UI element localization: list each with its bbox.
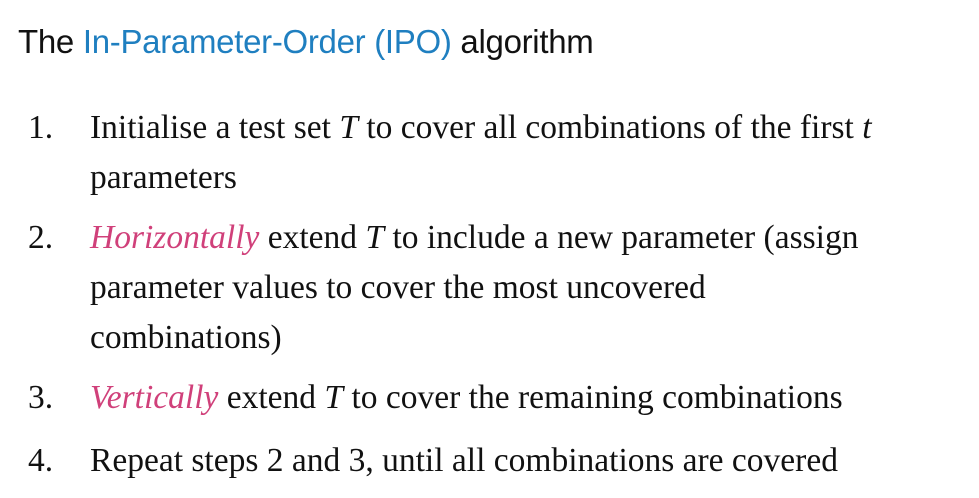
step-number: 3. (28, 379, 54, 416)
text-run: parameter values to cover the most uncov… (90, 269, 706, 306)
title-prefix: The (18, 23, 83, 60)
step-line: Horizontally extend T to include a new p… (90, 213, 965, 263)
step-text: Initialise a test set T to cover all com… (90, 103, 965, 203)
slide-title: The In-Parameter-Order (IPO) algorithm (18, 20, 594, 64)
step-text: Horizontally extend T to include a new p… (90, 213, 965, 363)
step-text: Vertically extend T to cover the remaini… (90, 373, 965, 423)
step-line: combinations) (90, 313, 965, 363)
step-text: Repeat steps 2 and 3, until all combinat… (90, 436, 965, 486)
variable-t: t (862, 109, 872, 146)
step-line: Initialise a test set T to cover all com… (90, 103, 965, 153)
text-run: parameters (90, 159, 237, 196)
title-suffix: algorithm (451, 23, 594, 60)
text-run: extend (259, 219, 366, 256)
slide: The In-Parameter-Order (IPO) algorithm 1… (0, 0, 979, 498)
text-run: combinations) (90, 319, 282, 356)
step-line: parameters (90, 153, 965, 203)
text-run: Repeat steps 2 and 3, until all combinat… (90, 442, 838, 479)
step-number: 4. (28, 442, 54, 479)
variable-T: T (339, 109, 358, 146)
emphasis-vertically: Vertically (90, 379, 219, 416)
step-number: 1. (28, 109, 54, 146)
text-run: to cover all combinations of the first (357, 109, 863, 146)
step-line: Repeat steps 2 and 3, until all combinat… (90, 436, 965, 486)
text-run: to cover the remaining combinations (343, 379, 843, 416)
text-run: extend (218, 379, 325, 416)
step-number: 2. (28, 219, 54, 256)
text-run: to include a new parameter (assign (384, 219, 859, 256)
text-run: Initialise a test set (90, 109, 340, 146)
variable-T: T (365, 219, 385, 256)
step-line: Vertically extend T to cover the remaini… (90, 373, 965, 423)
emphasis-horizontally: Horizontally (90, 219, 260, 256)
variable-T: T (324, 379, 344, 416)
title-accent: In-Parameter-Order (IPO) (82, 23, 452, 60)
step-line: parameter values to cover the most uncov… (90, 263, 965, 313)
